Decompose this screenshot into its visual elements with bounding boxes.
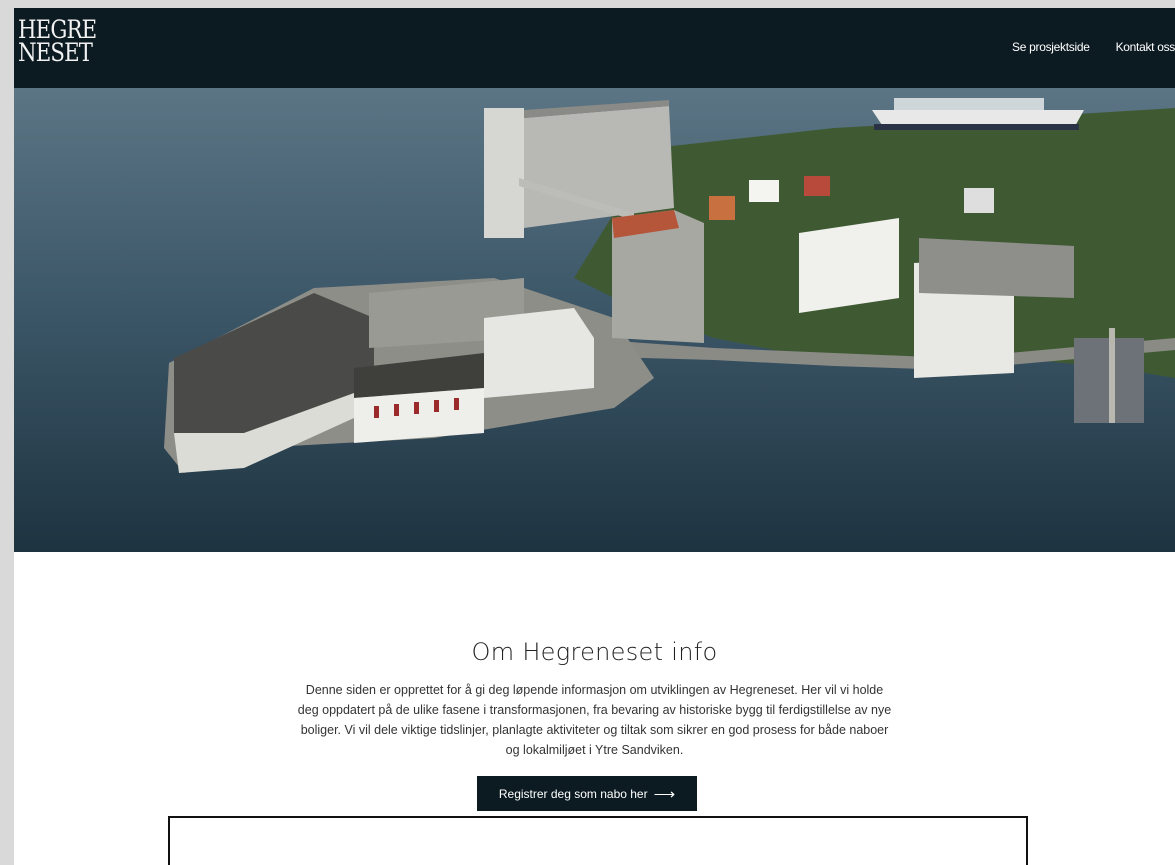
house xyxy=(964,188,994,213)
embedded-content-box xyxy=(168,816,1028,865)
about-description: Denne siden er opprettet for å gi deg lø… xyxy=(297,683,892,757)
house xyxy=(709,196,735,220)
hero-illustration xyxy=(14,88,1175,552)
register-as-neighbor-button[interactable]: Registrer deg som nabo her ⟶ xyxy=(477,776,697,811)
cta-label: Registrer deg som nabo her xyxy=(498,786,648,801)
marina-pier xyxy=(1074,328,1144,423)
house xyxy=(749,180,779,202)
arrow-right-icon: ⟶ xyxy=(653,785,676,803)
top-navigation-bar: HEGRE NESET Se prosjektside Kontakt oss xyxy=(14,8,1175,88)
nav-link-contact[interactable]: Kontakt oss xyxy=(1116,40,1175,54)
hero-aerial-photo xyxy=(14,88,1175,552)
logo-line-2: NESET xyxy=(18,38,93,67)
house xyxy=(804,176,830,196)
about-section: Om Hegreneset info Denne siden er oppret… xyxy=(14,638,1175,760)
page-title: Om Hegreneset info xyxy=(471,638,718,666)
nav-link-project-page[interactable]: Se prosjektside xyxy=(1012,40,1090,54)
hegreneset-logo[interactable]: HEGRE NESET xyxy=(18,17,97,67)
red-roof-silo xyxy=(612,210,704,343)
main-nav: Se prosjektside Kontakt oss xyxy=(1012,40,1175,54)
page-frame: HEGRE NESET Se prosjektside Kontakt oss xyxy=(14,8,1175,865)
